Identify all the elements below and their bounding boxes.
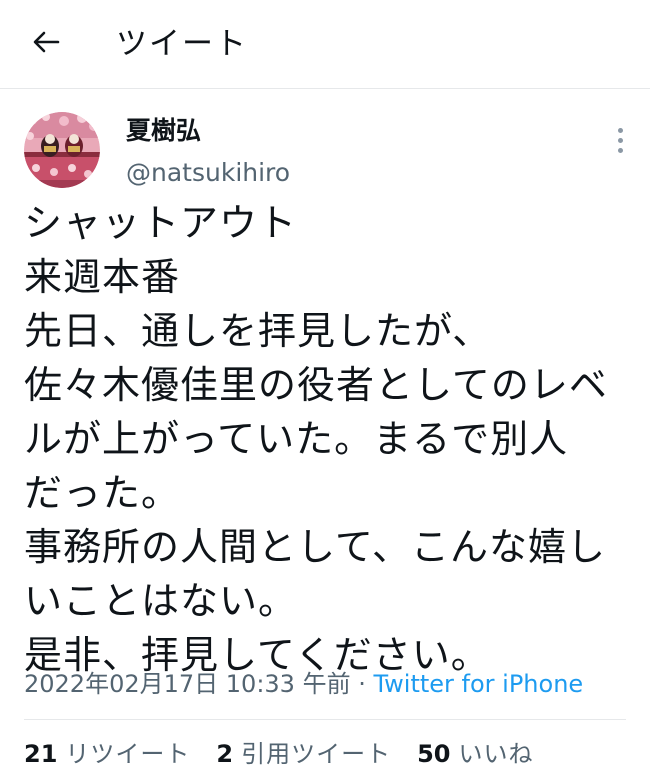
top-bar: ツイート xyxy=(0,0,650,89)
source-link[interactable]: Twitter for iPhone xyxy=(373,670,583,698)
engagement-stats: 21 リツイート 2 引用ツイート 50 いいね xyxy=(24,736,534,772)
tweet-line: 佐々木優佳里の役者としてのレベ xyxy=(24,363,608,407)
back-button[interactable] xyxy=(26,22,66,62)
more-vertical-icon-dot xyxy=(617,147,623,153)
quotes-stat[interactable]: 2 引用ツイート xyxy=(216,736,391,772)
tweet-body: シャットアウト 来週本番 先日、通しを拝見したが、 佐々木優佳里の役者としてのレ… xyxy=(24,196,634,682)
likes-stat[interactable]: 50 いいね xyxy=(417,736,533,772)
timestamp[interactable]: 2022年02月17日 10:33 午前 xyxy=(24,670,351,698)
tweet-line: 事務所の人間として、こんな嬉し xyxy=(24,525,606,569)
user-handle[interactable]: @natsukihiro xyxy=(126,156,290,190)
quote-label: 引用ツイート xyxy=(241,740,392,768)
hina-doll-avatar-icon xyxy=(24,112,100,188)
tweet-line: 来週本番 xyxy=(24,255,181,299)
tweet-meta: 2022年02月17日 10:33 午前 · Twitter for iPhon… xyxy=(24,666,583,702)
retweet-count: 21 xyxy=(24,740,58,768)
arrow-left-icon xyxy=(33,31,60,53)
tweet-line: 先日、通しを拝見したが、 xyxy=(24,309,492,353)
display-name[interactable]: 夏樹弘 xyxy=(126,114,201,148)
tweet-line: だった。 xyxy=(24,471,181,515)
like-count: 50 xyxy=(417,740,451,768)
tweet-line: シャットアウト xyxy=(24,201,298,245)
quote-count: 2 xyxy=(216,740,234,768)
more-vertical-icon-dot xyxy=(617,137,623,143)
retweet-label: リツイート xyxy=(65,740,191,768)
page-title: ツイート xyxy=(116,26,248,62)
tweet-line: いことはない。 xyxy=(24,579,298,623)
divider xyxy=(24,719,626,720)
retweets-stat[interactable]: 21 リツイート xyxy=(24,736,190,772)
avatar[interactable] xyxy=(24,112,100,188)
tweet-line: ルが上がっていた。まるで別人 xyxy=(24,417,569,461)
meta-separator: · xyxy=(350,670,374,698)
like-label: いいね xyxy=(458,740,534,768)
more-options-button[interactable] xyxy=(606,124,634,156)
more-vertical-icon xyxy=(617,127,623,133)
